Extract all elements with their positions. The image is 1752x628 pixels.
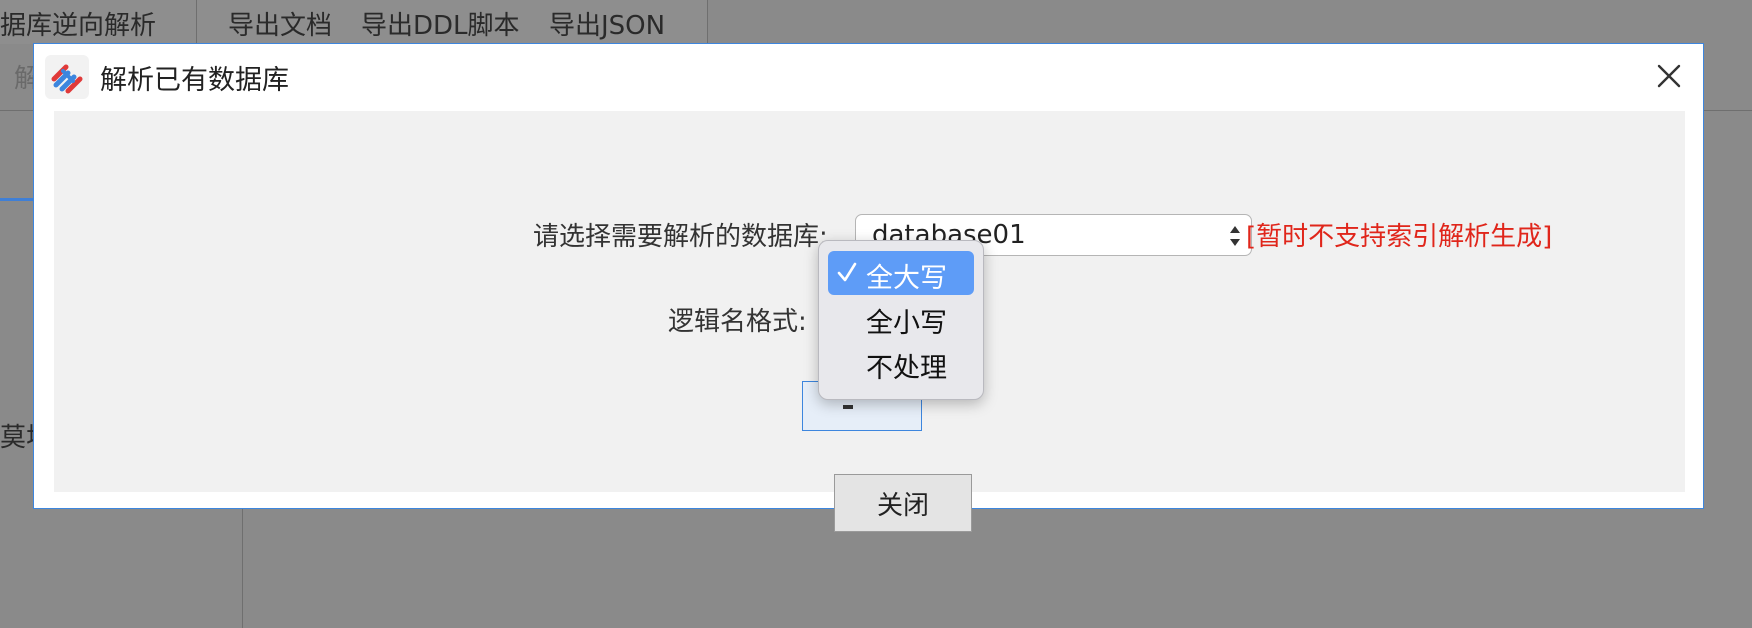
database-select-label: 请选择需要解析的数据库: [533, 222, 828, 252]
toolbar-export-json[interactable]: 导出JSON [549, 5, 665, 42]
toolbar-export-ddl[interactable]: 导出DDL脚本 [361, 5, 520, 42]
checkmark-icon [837, 262, 857, 282]
parse-button-glyph [843, 405, 853, 409]
chevron-updown-icon [1230, 226, 1240, 246]
toolbar-separator [196, 0, 197, 44]
index-warning-text: [暂时不支持索引解析生成] [1246, 222, 1553, 252]
toolbar-export-doc[interactable]: 导出文档 [228, 5, 332, 42]
toolbar-reverse-parse[interactable]: 据库逆向解析 [0, 5, 156, 42]
close-button[interactable]: 关闭 [834, 474, 972, 532]
option-no-processing[interactable]: 不处理 [828, 341, 974, 385]
name-format-dropdown-menu: 全大写 全小写 不处理 [818, 240, 984, 400]
option-label: 全小写 [866, 308, 947, 339]
dialog-titlebar[interactable]: 解析已有数据库 [34, 44, 1703, 110]
option-uppercase[interactable]: 全大写 [828, 251, 974, 295]
background-tab-indicator [0, 198, 33, 201]
app-logo-icon [45, 55, 89, 99]
background-toolbar: 据库逆向解析 导出文档 导出DDL脚本 导出JSON [0, 0, 708, 44]
toolbar-separator [707, 0, 708, 44]
background-panel-divider [242, 508, 243, 628]
dialog-title: 解析已有数据库 [100, 65, 289, 96]
close-icon[interactable] [1649, 56, 1689, 96]
option-label: 不处理 [866, 353, 947, 384]
option-label: 全大写 [866, 263, 947, 294]
option-lowercase[interactable]: 全小写 [828, 296, 974, 340]
name-format-label: 逻辑名格式: [668, 307, 807, 337]
